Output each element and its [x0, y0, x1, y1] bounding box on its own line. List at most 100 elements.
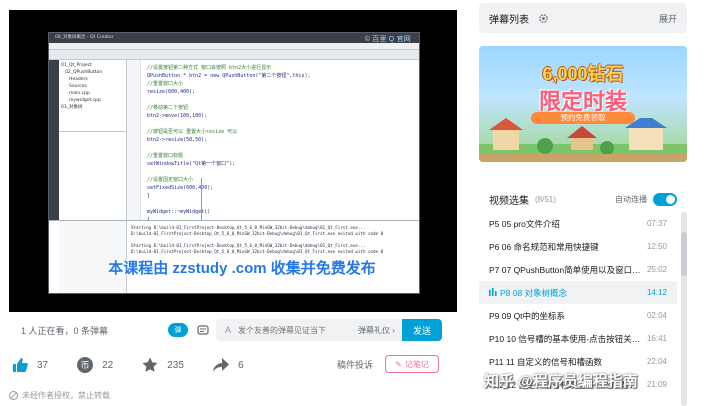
output-line: D:\build-01_FirstProject-Desktop_Qt_5_6_… [131, 231, 415, 237]
no-repost-icon [9, 391, 18, 400]
thumbs-up-icon [11, 356, 29, 374]
playlist-item-duration: 12:50 [647, 242, 667, 251]
playlist-item[interactable]: P6 06 命名规范和常用快捷键 12:50 [479, 235, 677, 258]
ad-banner[interactable]: 6,000钻石 限定时装 预约免费领取 [479, 46, 687, 162]
playlist-item-title: P6 06 命名规范和常用快捷键 [489, 241, 643, 253]
share-count: 6 [238, 360, 244, 371]
copyright-text: 未经作者授权，禁止转载 [22, 390, 110, 401]
playlist-item-title: P10 10 信号槽的基本使用-点击按钮关闭窗口 [489, 333, 643, 345]
playlist-item[interactable]: P7 07 QPushButton简单使用以及窗口简单设置 25:02 [479, 258, 677, 281]
playlist-item[interactable]: P5 05 pro文件介绍 07:37 [479, 212, 677, 235]
playlist-item-duration: 16:41 [647, 334, 667, 343]
site-watermark: 知乎 @程序员编程指南 [484, 370, 638, 391]
copyright-notice: 未经作者授权，禁止转载 [9, 390, 110, 401]
code-line: resize(600,400); [147, 88, 419, 96]
playlist-item-title: P8 08 对象树概念 [500, 287, 643, 299]
code-line: //设置固定窗口大小 [147, 176, 419, 184]
playlist-item-duration: 25:02 [647, 265, 667, 274]
code-line [147, 200, 419, 208]
text-cursor [201, 178, 202, 220]
code-line: //按钮是否可以 重置大小resize 可以 [147, 128, 419, 136]
ad-illustration [479, 118, 687, 162]
action-toolbar: 37 币 22 235 6 稿件投诉 ✎ 记笔记 [9, 350, 457, 380]
danmaku-style-icon[interactable]: A [222, 324, 234, 336]
project-tree-item: Sources [61, 83, 124, 90]
code-line [147, 168, 419, 176]
project-tree-item: 01_Qt_Project [61, 62, 124, 69]
code-editor: //设置按钮第二种方式 窗口会按照 btn2大小进行显示QPushButton … [127, 60, 419, 220]
playlist-item-duration: 14:12 [647, 288, 667, 297]
playlist-item[interactable]: P10 10 信号槽的基本使用-点击按钮关闭窗口 16:41 [479, 327, 677, 350]
video-subtitle: 本课程由 zzstudy .com 收集并免费发布 [67, 257, 417, 278]
code-line [147, 96, 419, 104]
output-text: Starting D:\build-01_FirstProject-Deskto… [131, 225, 415, 255]
danmaku-list-expand[interactable]: 展开 [659, 12, 677, 25]
code-line [147, 120, 419, 128]
playlist-item-title: P9 09 Qt中的坐标系 [489, 310, 643, 322]
playlist-item-duration: 07:37 [647, 219, 667, 228]
note-button[interactable]: ✎ 记笔记 [385, 355, 439, 373]
code-line: btn2->resize(50,50); [147, 136, 419, 144]
playlist-title: 视频选集 [489, 192, 529, 207]
playlist-item-title: P11 11 自定义的信号和槽函数 [489, 356, 643, 368]
danmaku-list-title: 弹幕列表 [489, 11, 529, 26]
danmaku-toggle[interactable]: 弹 [168, 323, 188, 337]
video-player[interactable]: 08_对象树概念 - Qt Creator 01_Qt_Project02_QP… [9, 10, 457, 312]
report-link[interactable]: 稿件投诉 [337, 358, 373, 371]
code-line: QPushButton * btn2 = new QPushButton("第二… [147, 72, 419, 80]
playlist-item-duration: 22:04 [647, 357, 667, 366]
code-line [147, 144, 419, 152]
autoplay-toggle[interactable] [653, 193, 677, 206]
coin-button[interactable]: 币 22 [76, 356, 113, 374]
code-line: //重置窗口标题 [147, 152, 419, 160]
video-watermark: © 百里 Q 官网 [365, 34, 411, 44]
playlist-scrollbar[interactable] [681, 212, 687, 406]
watch-info: 1 人正在看，0 条弹幕 [21, 324, 108, 337]
gear-icon[interactable] [537, 12, 549, 24]
danmaku-bar: 1 人正在看，0 条弹幕 弹 A 弹幕礼仪 › 发送 [9, 312, 457, 348]
playlist-scroll-thumb[interactable] [681, 232, 687, 276]
project-tree-item: mywidget.cpp [61, 97, 124, 104]
star-icon [141, 356, 159, 374]
ide-mode-bar [49, 60, 59, 220]
project-tree-item: 03_对象树 [61, 104, 124, 111]
playlist-item-title: P7 07 QPushButton简单使用以及窗口简单设置 [489, 264, 643, 276]
code-line: btn2->move(100,100); [147, 112, 419, 120]
playlist-header: 视频选集 (8/51) 自动连播 [479, 186, 687, 212]
playlist-item-title: P5 05 pro文件介绍 [489, 218, 643, 230]
video-frame: 08_对象树概念 - Qt Creator 01_Qt_Project02_QP… [48, 32, 420, 294]
project-tree-item: 02_QPushButton [61, 69, 124, 76]
project-tree: 01_Qt_Project02_QPushButtonHeadersSource… [59, 60, 127, 132]
playlist-count: (8/51) [535, 195, 556, 204]
code-line: setFixedSize(600,400); [147, 184, 419, 192]
project-tree-item: Headers [61, 76, 124, 83]
editor-gutter [127, 60, 141, 220]
note-icon: ✎ [395, 360, 402, 369]
open-documents-panel [59, 132, 127, 220]
project-tree-item: main.cpp [61, 90, 124, 97]
danmaku-input[interactable] [238, 326, 338, 335]
share-icon [212, 356, 230, 374]
ide-title-bar: 08_对象树概念 - Qt Creator [49, 33, 419, 43]
playlist-item-duration: 02:04 [647, 311, 667, 320]
share-button[interactable]: 6 [212, 356, 244, 374]
ide-body: 01_Qt_Project02_QPushButtonHeadersSource… [49, 60, 419, 220]
danmaku-settings-icon[interactable] [196, 323, 210, 337]
code-line: setWindowTitle("Qt第一个窗口"); [147, 160, 419, 168]
danmaku-etiquette-link[interactable]: 弹幕礼仪 › [358, 325, 395, 336]
like-button[interactable]: 37 [11, 356, 48, 374]
ide-toolbar [49, 50, 419, 60]
code-line: //设置按钮第二种方式 窗口会按照 btn2大小进行显示 [147, 64, 419, 72]
danmaku-input-wrap: A 弹幕礼仪 › [216, 319, 402, 341]
playlist-item[interactable]: P9 09 Qt中的坐标系 02:04 [479, 304, 677, 327]
favorite-button[interactable]: 235 [141, 356, 184, 374]
playlist-item[interactable]: P8 08 对象树概念 14:12 [479, 281, 677, 304]
send-button[interactable]: 发送 [402, 319, 442, 341]
coin-icon: 币 [76, 356, 94, 374]
like-count: 37 [37, 360, 48, 371]
ad-headline: 6,000钻石 [479, 60, 687, 86]
ide-menu-bar [49, 43, 419, 50]
danmaku-list-header[interactable]: 弹幕列表 展开 [479, 3, 687, 33]
code-line: } [147, 192, 419, 200]
code-line: //重置窗口大小 [147, 80, 419, 88]
